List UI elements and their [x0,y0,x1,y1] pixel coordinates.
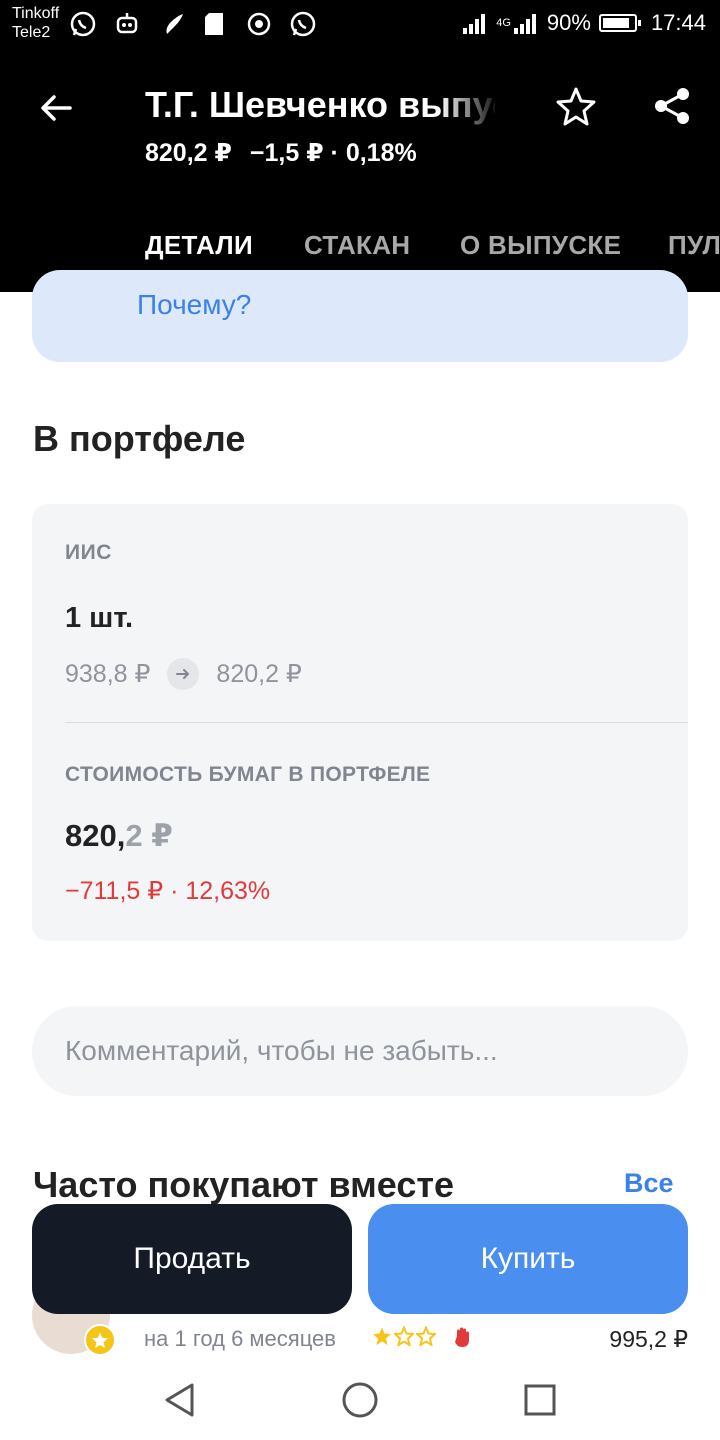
system-status: 4G 90% 17:44 [462,10,706,36]
carrier-info: Tinkoff Tele2 [12,4,59,42]
tab-order-book[interactable]: СТАКАН [304,230,410,261]
status-bar: Tinkoff Tele2 4G 90% 17:44 [0,0,720,52]
why-link[interactable]: Почему? [137,289,251,321]
square-recents-icon [524,1384,556,1416]
clock: 17:44 [650,10,706,35]
signal-icon [513,14,536,34]
rocket-icon [156,9,186,39]
star-filled-icon [373,1327,391,1345]
star-empty-icon [394,1326,414,1346]
current-price: 820,2 ₽ [145,139,232,167]
tab-details[interactable]: ДЕТАЛИ [145,230,253,261]
sell-button-label: Продать [133,1242,251,1275]
buy-button[interactable]: Купить [368,1204,688,1314]
whatsapp-icon [68,9,98,39]
triangle-back-icon [165,1383,194,1417]
recommendations-title: Часто покупают вместе [33,1164,455,1205]
app-header: Т.Г. Шевченко выпуск 820,2 ₽ −1,5 ₽ · 0,… [0,52,720,292]
carrier-name-1: Tinkoff [12,5,60,22]
screen: Tinkoff Tele2 4G 90% 17:44 Т.Г. Шевченко… [0,0,720,1440]
account-label: ИИС [65,541,112,564]
portfolio-value: 820,2 ₽ [65,818,173,854]
share-icon [655,88,689,124]
star-badge-icon [84,1324,116,1356]
hand-icon [454,1326,472,1353]
see-all-link[interactable]: Все [624,1168,674,1199]
divider [65,722,688,723]
portfolio-section-title: В портфеле [33,418,246,459]
target-icon [244,9,274,39]
sd-card-icon [200,9,230,39]
price-change-row: 938,8 ₽ 820,2 ₽ [65,658,302,690]
nav-home-button[interactable] [338,1378,382,1422]
portfolio-value-main: 820, [65,818,126,853]
signal-icon [463,14,486,34]
portfolio-value-label: СТОИМОСТЬ БУМАГ В ПОРТФЕЛЕ [65,763,431,786]
comment-input[interactable] [32,1006,688,1096]
robot-icon [112,9,142,39]
back-button[interactable] [30,82,82,134]
price-change: −1,5 ₽ · 0,18% [249,139,417,167]
buy-button-label: Купить [480,1242,576,1275]
carrier-name-2: Tele2 [12,24,51,41]
share-button[interactable] [648,82,696,130]
portfolio-value-fraction: 2 ₽ [125,818,173,853]
title-fade [440,82,500,130]
circle-home-icon [342,1382,378,1418]
nav-recents-button[interactable] [518,1378,562,1422]
rating-stars [372,1326,436,1346]
quantity: 1 шт. [65,602,134,634]
system-navigation-bar [0,1360,720,1440]
favorite-button[interactable] [552,82,600,130]
network-type: 4G [496,16,511,29]
price-summary: 820,2 ₽ −1,5 ₽ · 0,18% [145,138,417,168]
notification-icons [68,9,318,39]
whatsapp-icon [288,9,318,39]
current-price-value: 820,2 ₽ [216,660,302,688]
star-icon [556,87,596,126]
tab-pulse[interactable]: ПУЛЬС [668,230,720,261]
sell-button[interactable]: Продать [32,1204,352,1314]
nav-back-button[interactable] [158,1378,202,1422]
arrow-right-icon [167,658,200,690]
info-card [32,270,688,362]
star-empty-icon [416,1326,436,1346]
recommendation-price: 995,2 ₽ [609,1326,688,1352]
battery-icon [598,14,641,32]
portfolio-value-change: −711,5 ₽ · 12,63% [65,877,271,905]
recommendation-term: на 1 год 6 месяцев [144,1326,336,1351]
arrow-left-icon [41,95,72,121]
battery-percent: 90% [546,10,591,35]
buy-price: 938,8 ₽ [65,660,151,688]
tab-about-issue[interactable]: О ВЫПУСКЕ [460,230,621,261]
